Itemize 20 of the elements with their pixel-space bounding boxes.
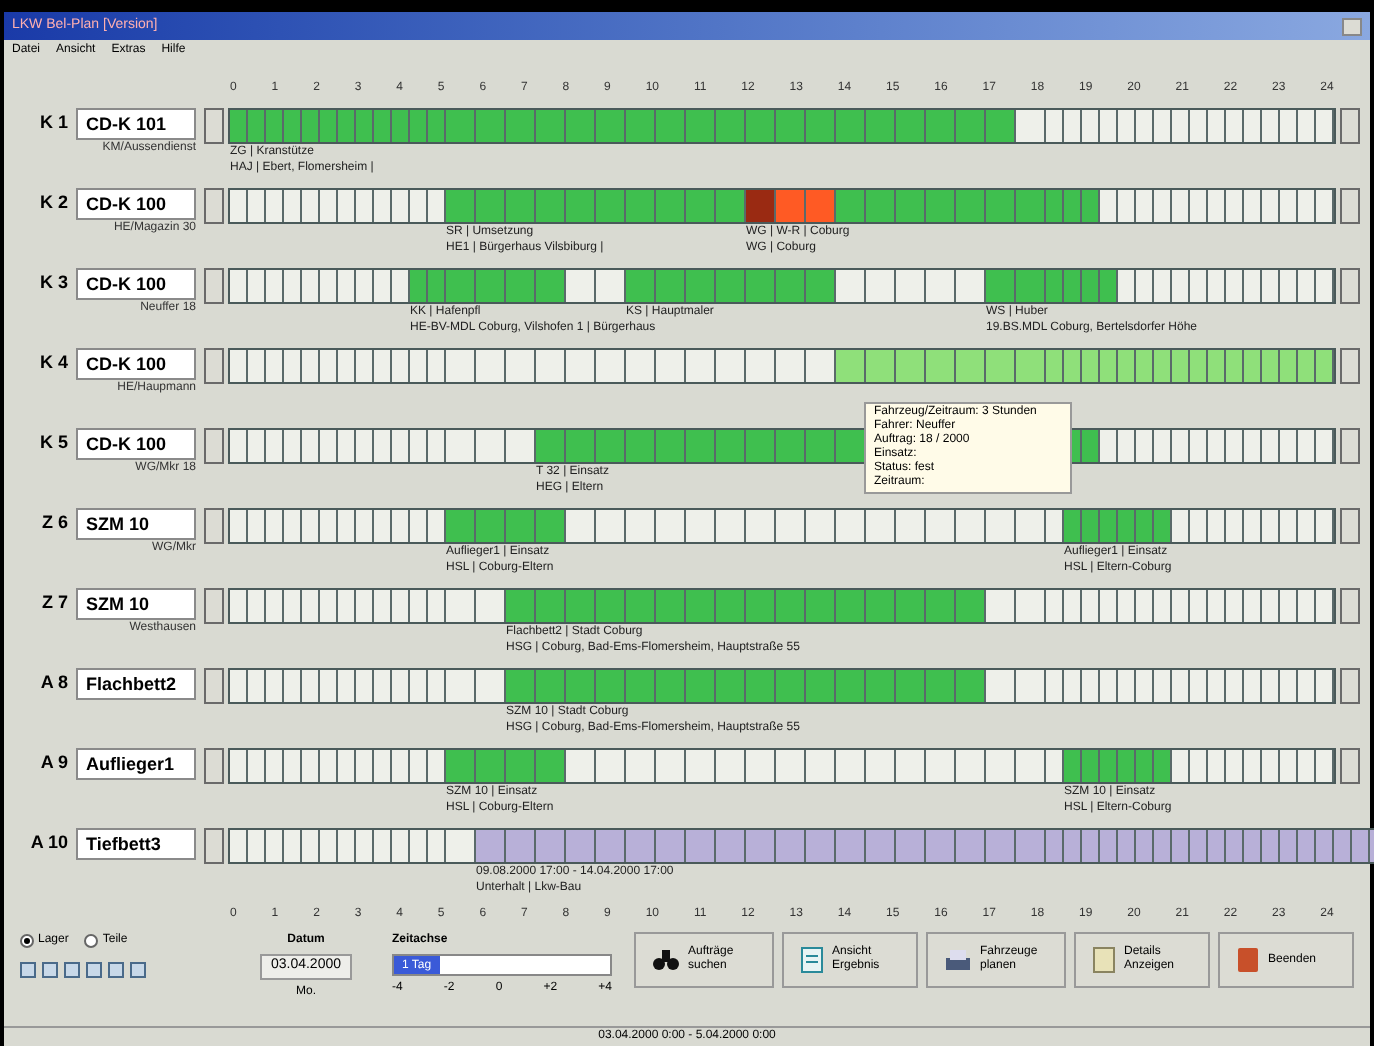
vehicle-name-field[interactable]: CD-K 100: [76, 268, 196, 300]
row-code: A 8: [40, 670, 68, 697]
row-code: K 4: [39, 350, 68, 377]
vehicle-name-field[interactable]: CD-K 100: [76, 188, 196, 220]
vehicle-name-field[interactable]: SZM 10: [76, 588, 196, 620]
row-code: K 2: [39, 190, 68, 217]
vehicle-name-field[interactable]: Auflieger1: [76, 748, 196, 780]
row-code: K 3: [39, 270, 68, 297]
row-code: Z 6: [41, 510, 68, 537]
row-code: A 10: [30, 830, 68, 857]
row-code: K 1: [39, 110, 68, 137]
vehicle-name-field[interactable]: SZM 10: [76, 508, 196, 540]
vehicle-name-field[interactable]: CD-K 100: [76, 348, 196, 380]
vehicle-name-field[interactable]: Tiefbett3: [76, 828, 196, 860]
vehicle-name-field[interactable]: Flachbett2: [76, 668, 196, 700]
row-code: A 9: [40, 750, 68, 777]
vehicle-name-field[interactable]: CD-K 101: [76, 108, 196, 140]
row-code: Z 7: [41, 590, 68, 617]
vehicle-name-field[interactable]: CD-K 100: [76, 428, 196, 460]
row-code: K 5: [39, 430, 68, 457]
